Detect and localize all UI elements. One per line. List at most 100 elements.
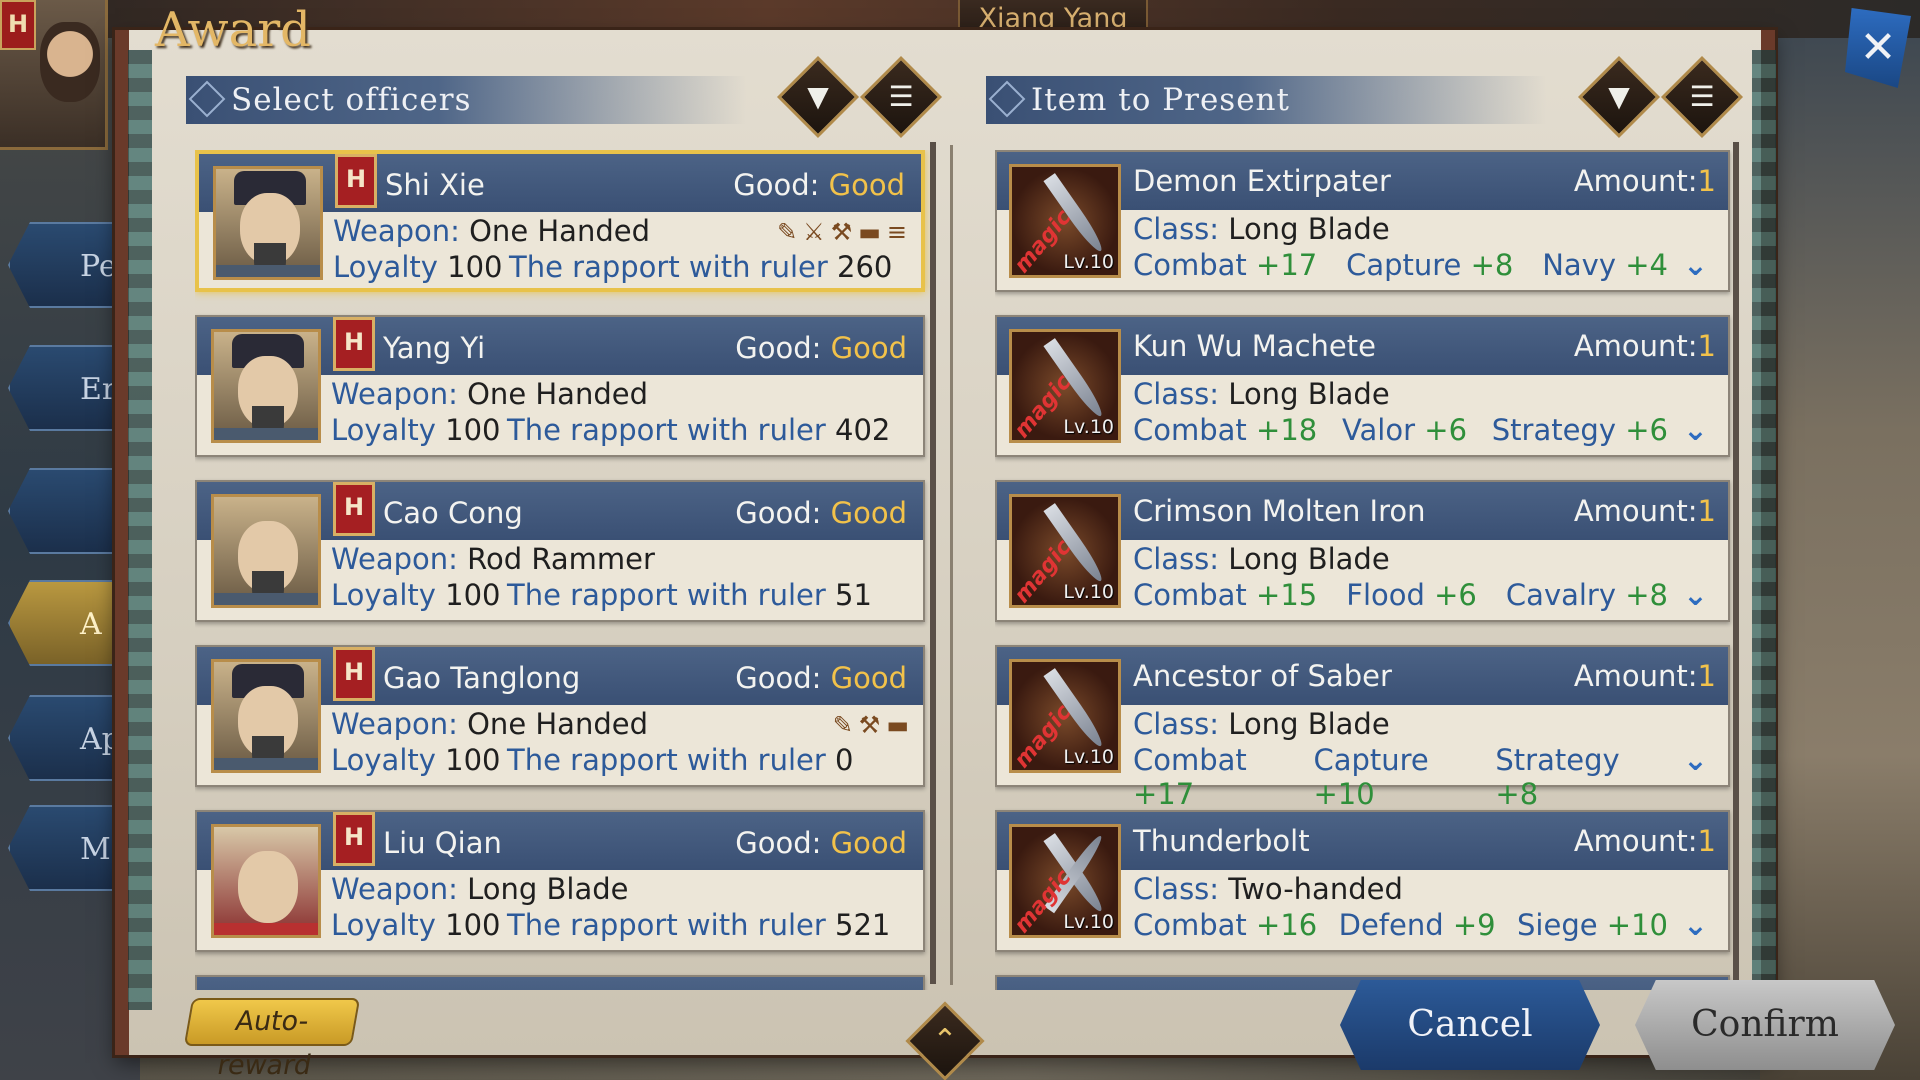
item-card[interactable]: magic Lv.10 Thunderbolt Amount:1 Class: T… — [995, 810, 1730, 952]
weapon-icon: magic Lv.10 — [1009, 659, 1121, 773]
officer-name: Gao Tanglong — [383, 661, 581, 695]
officer-card-partial[interactable] — [195, 975, 925, 990]
officer-card[interactable]: H Cao Cong Good: Good Weapon: Rod Rammer… — [195, 480, 925, 622]
officer-loyalty: Loyalty 100 — [331, 578, 501, 612]
side-tab-3[interactable] — [8, 468, 118, 554]
background-right — [1760, 0, 1920, 1080]
item-stats: Combat +17 Capture +10 Strategy +8 — [1133, 743, 1620, 811]
officer-weapon: Weapon: One Handed — [333, 214, 650, 248]
officer-card[interactable]: H Shi Xie Good: Good Weapon: One Handed … — [195, 150, 925, 292]
item-name: Ancestor of Saber — [1133, 659, 1392, 693]
officer-good: Good: Good — [735, 331, 907, 365]
officer-good: Good: Good — [735, 661, 907, 695]
officer-h-badge: H — [335, 154, 377, 208]
officer-card[interactable]: H Liu Qian Good: Good Weapon: Long Blade… — [195, 810, 925, 952]
officer-rapport: The rapport with ruler 51 — [507, 578, 872, 612]
officer-loyalty: Loyalty 100 — [331, 743, 501, 777]
auto-reward-button[interactable]: Auto-reward — [183, 998, 361, 1080]
item-card[interactable]: magic Lv.10 Crimson Molten Iron Amount:1 … — [995, 480, 1730, 622]
chevron-down-icon[interactable]: ⌄ — [1683, 743, 1708, 778]
list-icon: ☰ — [1689, 80, 1715, 113]
item-amount: Amount:1 — [1573, 329, 1716, 363]
item-name: Crimson Molten Iron — [1133, 494, 1426, 528]
weapon-icon: magic Lv.10 — [1009, 329, 1121, 443]
equipment-icons: ✎ ⚒ ▬ — [833, 711, 909, 739]
book-icon: ▬ — [858, 218, 881, 246]
item-list[interactable]: magic Lv.10 Demon Extirpater Amount:1 Cla… — [995, 150, 1735, 990]
officer-portrait — [211, 494, 321, 608]
officer-rapport: The rapport with ruler 521 — [507, 908, 891, 942]
officer-portrait — [213, 166, 323, 280]
filter-icon: ▼ — [807, 80, 829, 113]
select-officers-header: Select officers — [186, 76, 746, 124]
item-class: Class: Long Blade — [1133, 212, 1390, 246]
item-to-present-label: Item to Present — [1031, 82, 1290, 118]
bow-icon: ⚔ — [803, 218, 825, 246]
officer-h-badge: H — [333, 812, 375, 866]
item-amount: Amount:1 — [1573, 164, 1716, 198]
item-stats: Combat +18 Valor +6 Strategy +6 — [1133, 413, 1668, 447]
tool-icon: ⚒ — [830, 218, 853, 246]
item-amount: Amount:1 — [1573, 659, 1716, 693]
equipment-icons: ✎ ⚔ ⚒ ▬ ≡ — [777, 218, 907, 246]
dialog-title: Award — [155, 2, 311, 58]
officer-card[interactable]: H Yang Yi Good: Good Weapon: One Handed … — [195, 315, 925, 457]
side-tab-2[interactable]: Er — [8, 345, 118, 431]
item-name: Demon Extirpater — [1133, 164, 1391, 198]
book-icon: ▬ — [886, 711, 909, 739]
officer-name: Cao Cong — [383, 496, 523, 530]
ruler-avatar[interactable]: H — [0, 0, 108, 150]
officer-rapport: The rapport with ruler 402 — [507, 413, 891, 447]
officer-good: Good: Good — [735, 826, 907, 860]
officer-rapport: The rapport with ruler 0 — [507, 743, 854, 777]
officer-loyalty: Loyalty 100 — [333, 250, 503, 284]
item-to-present-header: Item to Present — [986, 76, 1546, 124]
ruler-badge: H — [0, 0, 36, 50]
officer-good: Good: Good — [733, 168, 905, 202]
chevron-down-icon[interactable]: ⌄ — [1683, 413, 1708, 448]
item-card[interactable]: magic Lv.10 Demon Extirpater Amount:1 Cla… — [995, 150, 1730, 292]
chevron-down-icon[interactable]: ⌄ — [1683, 578, 1708, 613]
rope-left — [128, 50, 152, 1010]
diamond-icon — [188, 80, 226, 118]
officer-portrait — [211, 329, 321, 443]
chevron-down-icon[interactable]: ⌄ — [1683, 908, 1708, 943]
side-tab-5[interactable]: Ap — [8, 695, 118, 781]
chevron-down-icon[interactable]: ⌄ — [1683, 248, 1708, 283]
officer-portrait — [211, 659, 321, 773]
ruler-portrait — [40, 22, 100, 102]
officer-name: Shi Xie — [385, 168, 485, 202]
officer-name: Yang Yi — [383, 331, 486, 365]
officer-loyalty: Loyalty 100 — [331, 908, 501, 942]
item-card[interactable]: magic Lv.10 Ancestor of Saber Amount:1 Cl… — [995, 645, 1730, 811]
side-tab-1[interactable]: Pe — [8, 222, 118, 308]
side-tab-award[interactable]: A — [8, 580, 118, 666]
item-stats: Combat +17 Capture +8 Navy +4 — [1133, 248, 1668, 282]
select-officers-label: Select officers — [231, 82, 472, 118]
scroll-icon: ≡ — [886, 218, 907, 246]
filter-icon: ▼ — [1608, 80, 1630, 113]
cancel-button[interactable]: Cancel — [1340, 980, 1600, 1070]
tool-icon: ⚒ — [858, 711, 881, 739]
item-name: Thunderbolt — [1133, 824, 1310, 858]
item-card[interactable]: magic Lv.10 Kun Wu Machete Amount:1 Class… — [995, 315, 1730, 457]
officer-list[interactable]: H Shi Xie Good: Good Weapon: One Handed … — [195, 150, 930, 990]
diamond-icon — [988, 80, 1026, 118]
chevron-up-icon: ⌃ — [932, 1023, 958, 1058]
item-class: Class: Two-handed — [1133, 872, 1403, 906]
item-class: Class: Long Blade — [1133, 377, 1390, 411]
officer-portrait — [211, 824, 321, 938]
officer-rapport: The rapport with ruler 260 — [509, 250, 893, 284]
list-icon: ☰ — [888, 80, 914, 113]
officer-card[interactable]: H Gao Tanglong Good: Good Weapon: One Ha… — [195, 645, 925, 787]
weapon-icon: magic Lv.10 — [1009, 494, 1121, 608]
item-scrollbar[interactable] — [1733, 142, 1739, 984]
side-tab-6[interactable]: M — [8, 805, 118, 891]
item-stats: Combat +16 Defend +9 Siege +10 — [1133, 908, 1668, 942]
officer-scrollbar[interactable] — [930, 142, 936, 984]
item-amount: Amount:1 — [1573, 824, 1716, 858]
item-class: Class: Long Blade — [1133, 542, 1390, 576]
officer-weapon: Weapon: Long Blade — [331, 872, 629, 906]
item-class: Class: Long Blade — [1133, 707, 1390, 741]
confirm-button[interactable]: Confirm — [1635, 980, 1895, 1070]
